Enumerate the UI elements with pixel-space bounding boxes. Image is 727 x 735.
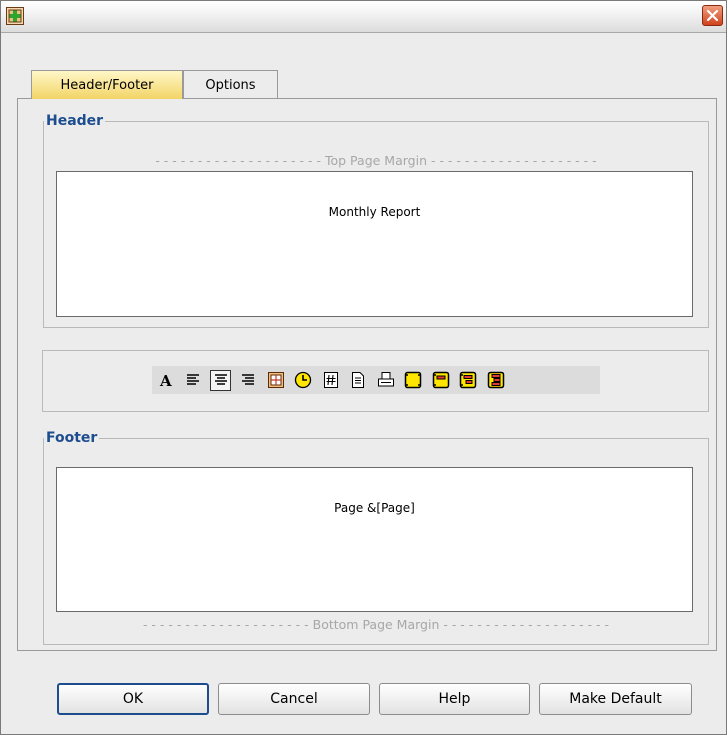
insert-page-count-icon <box>352 372 364 388</box>
insert-page-number-icon <box>323 372 338 388</box>
insert-field-button[interactable] <box>403 370 424 391</box>
close-button[interactable] <box>702 5 723 26</box>
align-right-icon <box>242 374 254 385</box>
help-button[interactable]: Help <box>379 683 530 715</box>
insert-print-button[interactable] <box>375 370 396 391</box>
font-icon: A <box>159 372 172 389</box>
title-bar[interactable] <box>1 1 726 33</box>
insert-print-icon <box>377 372 394 387</box>
close-icon <box>706 9 719 22</box>
insert-page-count-button[interactable] <box>348 370 369 391</box>
align-left-button[interactable] <box>183 370 204 391</box>
insert-outline-icon <box>459 371 477 389</box>
insert-page-number-button[interactable] <box>320 370 341 391</box>
formatting-toolbar: A <box>152 366 600 394</box>
insert-section-button[interactable] <box>485 370 506 391</box>
top-page-margin-label: - - - - - - - - - - - - - - - - - - - - … <box>155 153 597 168</box>
app-icon <box>6 7 24 25</box>
insert-group-button[interactable] <box>430 370 451 391</box>
header-legend: Header <box>46 113 104 129</box>
svg-text:A: A <box>159 372 172 389</box>
insert-field-icon <box>404 371 422 389</box>
footer-legend: Footer <box>46 430 98 446</box>
footer-text-area[interactable]: Page &[Page] <box>56 467 693 612</box>
make-default-button[interactable]: Make Default <box>539 683 692 715</box>
insert-group-icon <box>432 371 449 389</box>
insert-time-button[interactable] <box>293 370 314 391</box>
insert-outline-button[interactable] <box>458 370 479 391</box>
align-left-icon <box>187 374 199 385</box>
header-text: Monthly Report <box>328 205 421 219</box>
insert-section-icon <box>487 371 504 389</box>
footer-text: Page &[Page] <box>334 501 415 515</box>
cancel-button[interactable]: Cancel <box>218 683 370 715</box>
dialog-window: Header/Footer Options Header - - - - - -… <box>0 0 727 735</box>
insert-date-icon <box>267 372 284 388</box>
tab-options[interactable]: Options <box>183 70 278 99</box>
header-text-area[interactable]: Monthly Report <box>56 171 693 317</box>
insert-time-icon <box>294 371 312 389</box>
bottom-page-margin-label: - - - - - - - - - - - - - - - - - - - - … <box>142 617 610 632</box>
tab-header-footer[interactable]: Header/Footer <box>31 70 183 99</box>
insert-date-button[interactable] <box>265 370 286 391</box>
align-center-icon <box>214 374 227 385</box>
font-button[interactable]: A <box>155 370 176 391</box>
align-center-button[interactable] <box>210 369 231 391</box>
align-right-button[interactable] <box>238 370 259 391</box>
ok-button[interactable]: OK <box>57 683 209 715</box>
